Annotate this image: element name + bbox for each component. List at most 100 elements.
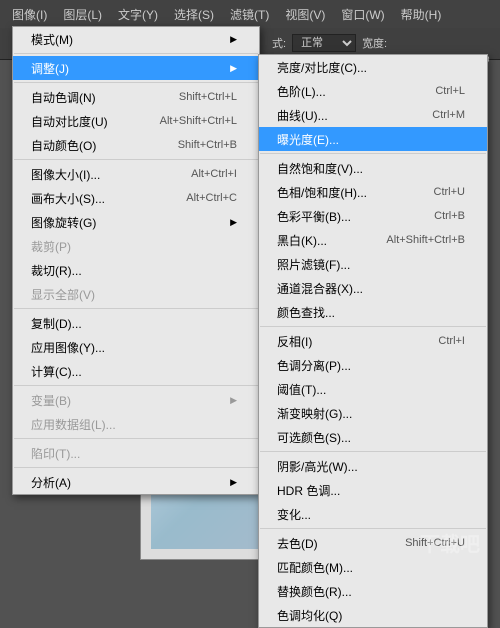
menubar-item[interactable]: 文字(Y) xyxy=(110,6,166,23)
menu-item-label: HDR 色调... xyxy=(277,482,340,499)
menu-item-label: 照片滤镜(F)... xyxy=(277,256,350,273)
menubar-item[interactable]: 窗口(W) xyxy=(333,6,392,23)
menu-item[interactable]: 反相(I) Ctrl+I xyxy=(259,329,487,353)
menu-image: 模式(M)▶ 调整(J) ▶ 自动色调(N) Shift+Ctrl+L 自动对比度(U) A… xyxy=(12,26,260,495)
menu-item-label: 自动色调(N) xyxy=(31,89,96,106)
menu-item[interactable]: 色调均化(Q) xyxy=(259,603,487,627)
menu-item-label: 去色(D) xyxy=(277,535,318,552)
menu-item[interactable]: 图像旋转(G) ▶ xyxy=(13,210,259,234)
menu-item[interactable]: 照片滤镜(F)... xyxy=(259,252,487,276)
menu-item[interactable]: 变化... xyxy=(259,502,487,526)
separator xyxy=(14,308,258,309)
menu-item-label: 曝光度(E)... xyxy=(277,131,339,148)
menu-item-label: 反相(I) xyxy=(277,333,312,350)
menu-item[interactable]: 画布大小(S)... Alt+Ctrl+C xyxy=(13,186,259,210)
menu-item-label: 显示全部(V) xyxy=(31,286,95,303)
menu-item: 裁剪(P) xyxy=(13,234,259,258)
menu-item: 应用数据组(L)... xyxy=(13,412,259,436)
menu-item-label: 自动颜色(O) xyxy=(31,137,96,154)
menu-item-shortcut: Alt+Shift+Ctrl+L xyxy=(160,115,237,127)
menu-item: 变量(B) ▶ xyxy=(13,388,259,412)
chevron-right-icon: ▶ xyxy=(230,395,237,406)
watermark: 下载吧 xyxy=(420,528,480,557)
menu-item[interactable]: 颜色查找... xyxy=(259,300,487,324)
menu-item-label: 自然饱和度(V)... xyxy=(277,160,363,177)
menu-item-label: 变化... xyxy=(277,506,311,523)
chevron-right-icon: ▶ xyxy=(230,217,237,228)
menu-item[interactable]: 阈值(T)... xyxy=(259,377,487,401)
menu-item[interactable]: 自动色调(N) Shift+Ctrl+L xyxy=(13,85,259,109)
menu-item-label: 裁剪(P) xyxy=(31,238,71,255)
menu-item[interactable]: 阴影/高光(W)... xyxy=(259,454,487,478)
menu-item[interactable]: 黑白(K)...Alt+Shift+Ctrl+B xyxy=(259,228,487,252)
menu-item-label: 色相/饱和度(H)... xyxy=(277,184,367,201)
menu-item-label: 色调分离(P)... xyxy=(277,357,351,374)
separator xyxy=(14,467,258,468)
menu-item[interactable]: 通道混合器(X)... xyxy=(259,276,487,300)
menubar-item[interactable]: 图层(L) xyxy=(55,6,110,23)
menu-item[interactable]: 自然饱和度(V)... xyxy=(259,156,487,180)
menu-item[interactable]: 色阶(L)...Ctrl+L xyxy=(259,79,487,103)
menu-item[interactable]: 自动颜色(O) Shift+Ctrl+B xyxy=(13,133,259,157)
menu-item[interactable]: 计算(C)... xyxy=(13,359,259,383)
menu-item[interactable]: 分析(A) ▶ xyxy=(13,470,259,494)
menubar-item[interactable]: 视图(V) xyxy=(277,6,333,23)
menu-item-label: 图像旋转(G) xyxy=(31,214,96,231)
menu-item[interactable]: 色相/饱和度(H)... Ctrl+U xyxy=(259,180,487,204)
menu-item-shortcut: Shift+Ctrl+B xyxy=(178,139,237,151)
menu-item-label: 变量(B) xyxy=(31,392,71,409)
menu-item[interactable]: 可选颜色(S)... xyxy=(259,425,487,449)
menu-item-label: 渐变映射(G)... xyxy=(277,405,352,422)
separator xyxy=(260,451,486,452)
menu-item[interactable]: 调整(J) ▶ xyxy=(13,56,259,80)
menu-item[interactable]: 模式(M)▶ xyxy=(13,27,259,51)
menu-item-label: 裁切(R)... xyxy=(31,262,82,279)
menu-item-label: 计算(C)... xyxy=(31,363,82,380)
menu-item-label: 调整(J) xyxy=(31,60,69,77)
chevron-right-icon: ▶ xyxy=(230,477,237,488)
menu-item-label: 色调均化(Q) xyxy=(277,607,342,624)
menu-item-label: 复制(D)... xyxy=(31,315,82,332)
menu-item[interactable]: 应用图像(Y)... xyxy=(13,335,259,359)
menu-item-shortcut: Ctrl+B xyxy=(434,210,465,222)
menu-item[interactable]: 匹配颜色(M)... xyxy=(259,555,487,579)
menubar-item[interactable]: 图像(I) xyxy=(4,6,55,23)
chevron-right-icon: ▶ xyxy=(230,34,237,45)
menu-item[interactable]: 裁切(R)... xyxy=(13,258,259,282)
menu-item[interactable]: 曲线(U)...Ctrl+M xyxy=(259,103,487,127)
menubar-item[interactable]: 滤镜(T) xyxy=(222,6,277,23)
menu-item-label: 曲线(U)... xyxy=(277,107,328,124)
menu-item-label: 自动对比度(U) xyxy=(31,113,108,130)
menu-item[interactable]: 曝光度(E)... xyxy=(259,127,487,151)
menu-item-shortcut: Shift+Ctrl+L xyxy=(179,91,237,103)
menu-item[interactable]: 亮度/对比度(C)... xyxy=(259,55,487,79)
menu-item: 显示全部(V) xyxy=(13,282,259,306)
menu-item[interactable]: 替换颜色(R)... xyxy=(259,579,487,603)
menubar-item[interactable]: 选择(S) xyxy=(166,6,222,23)
menubar: 图像(I)图层(L)文字(Y)选择(S)滤镜(T)视图(V)窗口(W)帮助(H) xyxy=(0,0,500,28)
menu-item[interactable]: 色彩平衡(B)...Ctrl+B xyxy=(259,204,487,228)
menu-item-label: 阈值(T)... xyxy=(277,381,326,398)
menu-item[interactable]: HDR 色调... xyxy=(259,478,487,502)
menu-item[interactable]: 自动对比度(U) Alt+Shift+Ctrl+L xyxy=(13,109,259,133)
chevron-right-icon: ▶ xyxy=(230,63,237,74)
mode-label: 式: xyxy=(272,35,286,51)
menu-item[interactable]: 复制(D)... xyxy=(13,311,259,335)
menu-item[interactable]: 图像大小(I)...Alt+Ctrl+I xyxy=(13,162,259,186)
mode-select[interactable]: 正常 xyxy=(292,34,356,52)
menu-item-label: 亮度/对比度(C)... xyxy=(277,59,367,76)
menu-item-shortcut: Ctrl+I xyxy=(438,335,465,347)
separator xyxy=(14,82,258,83)
menu-item-label: 应用图像(Y)... xyxy=(31,339,105,356)
menu-item-shortcut: Alt+Shift+Ctrl+B xyxy=(386,234,465,246)
menu-item-label: 分析(A) xyxy=(31,474,71,491)
menu-item-shortcut: Ctrl+U xyxy=(434,186,465,198)
menu-item-label: 可选颜色(S)... xyxy=(277,429,351,446)
menu-item[interactable]: 渐变映射(G)... xyxy=(259,401,487,425)
menu-item[interactable]: 色调分离(P)... xyxy=(259,353,487,377)
separator xyxy=(14,159,258,160)
separator xyxy=(260,326,486,327)
menu-item-label: 画布大小(S)... xyxy=(31,190,105,207)
menu-item-shortcut: Alt+Ctrl+C xyxy=(186,192,237,204)
menubar-item[interactable]: 帮助(H) xyxy=(393,6,450,23)
